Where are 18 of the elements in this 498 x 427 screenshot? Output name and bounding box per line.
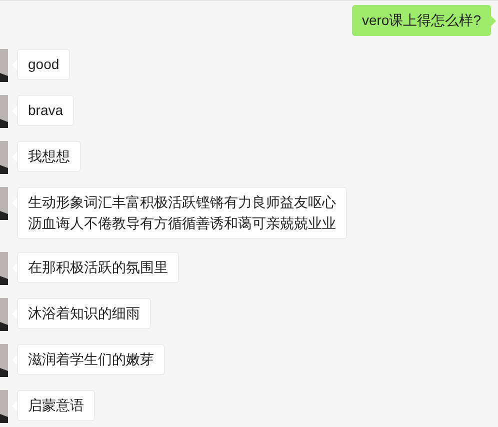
avatar-icon bbox=[0, 95, 8, 128]
avatar-icon bbox=[0, 344, 8, 377]
message-bubble: 启蒙意语 bbox=[17, 390, 95, 421]
message-bubble: 在那积极活跃的氛围里 bbox=[17, 252, 179, 283]
avatar-icon bbox=[0, 49, 8, 82]
avatar-icon bbox=[0, 252, 8, 285]
message-bubble: 我想想 bbox=[17, 141, 81, 172]
avatar-icon bbox=[0, 390, 8, 423]
message-bubble: brava bbox=[17, 95, 74, 126]
avatar-icon bbox=[0, 187, 8, 220]
message-bubble: 沐浴着知识的细雨 bbox=[17, 298, 151, 329]
bubble-tail bbox=[491, 16, 496, 26]
message-bubble: 滋润着学生们的嫩芽 bbox=[17, 344, 165, 375]
message-bubble: vero课上得怎么样? bbox=[352, 5, 491, 36]
message-bubble: good bbox=[17, 49, 70, 80]
avatar-icon bbox=[0, 141, 8, 174]
avatar-icon bbox=[0, 298, 8, 331]
message-bubble: 生动形象词汇丰富积极活跃铿锵有力良师益友呕心沥血诲人不倦教导有方循循善诱和蔼可亲兢兢业业 bbox=[17, 187, 347, 239]
